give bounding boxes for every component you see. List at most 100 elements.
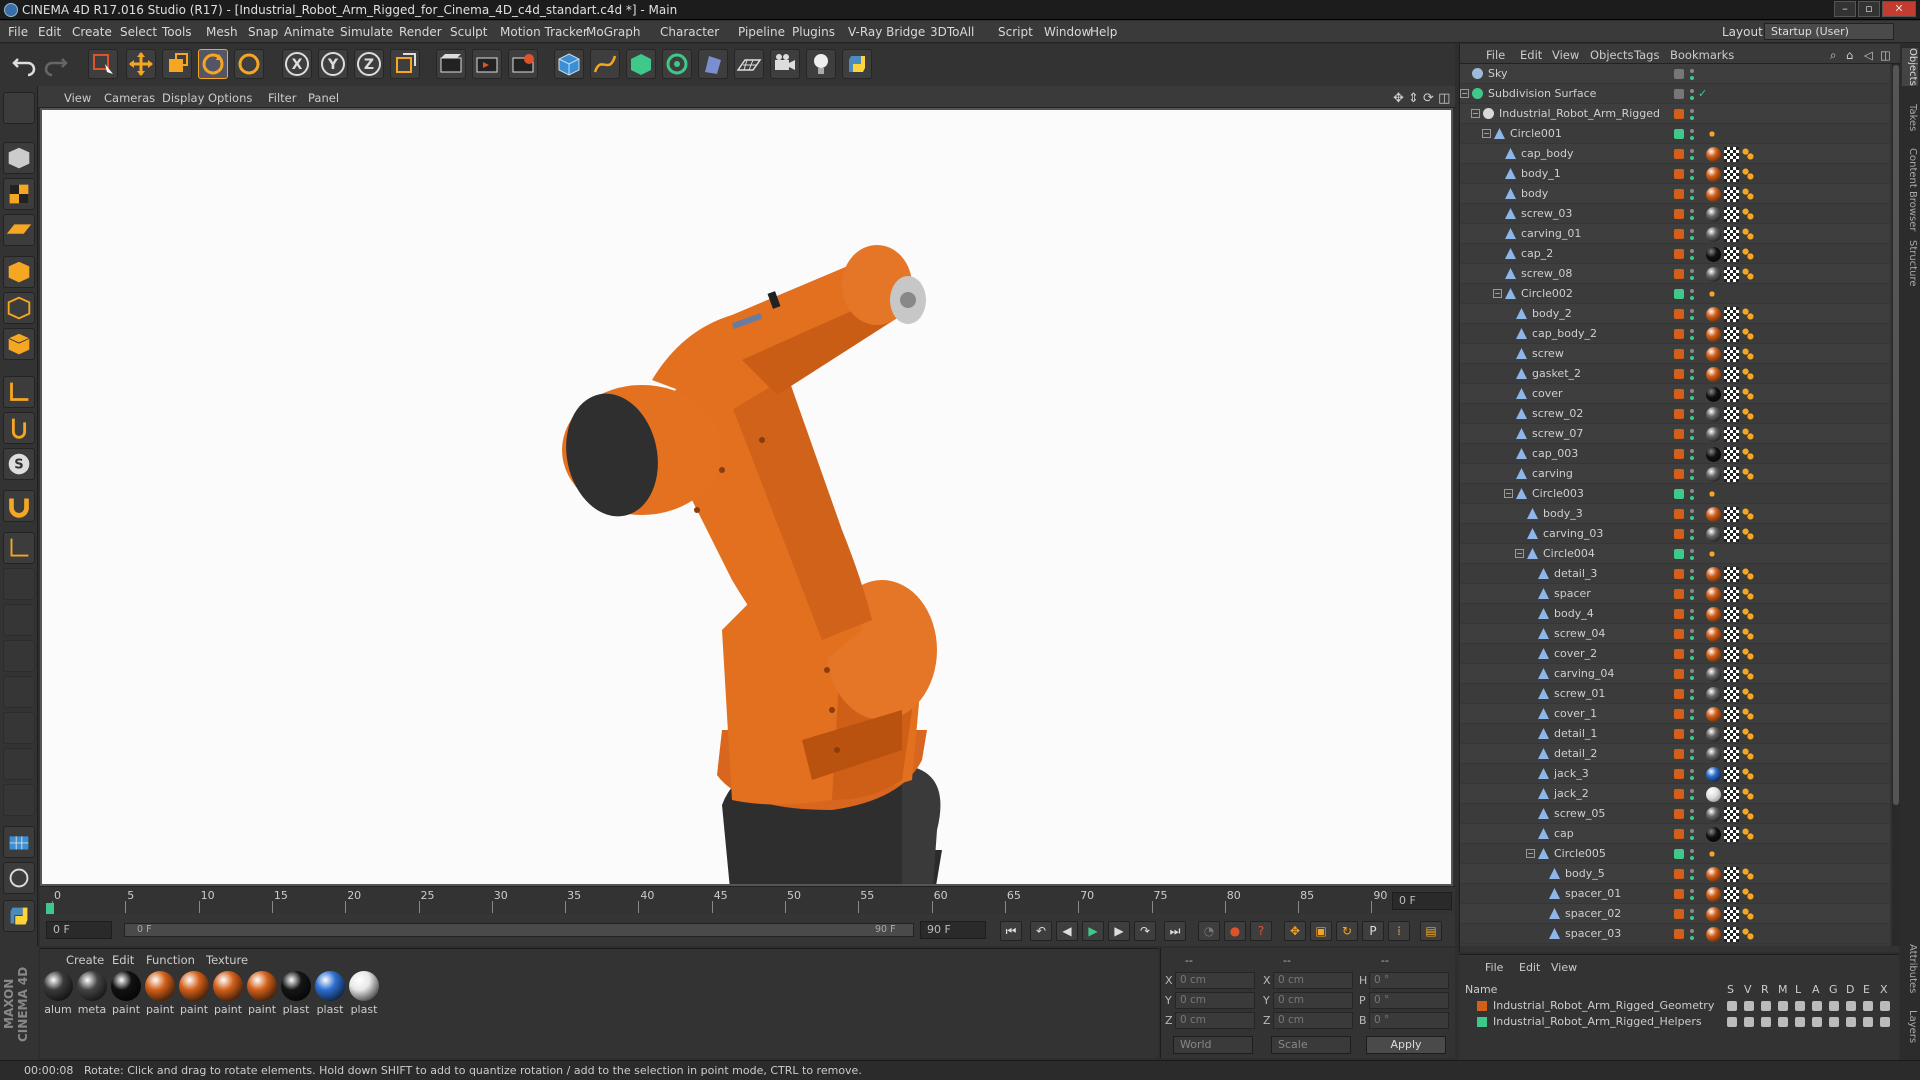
tab-takes[interactable]: Takes [1902, 104, 1918, 131]
material-tag-icon[interactable] [1706, 187, 1721, 202]
layer-color-swatch[interactable] [1674, 369, 1684, 379]
tab-objects[interactable]: Objects [1902, 48, 1918, 86]
render-visibility-dot[interactable] [1690, 456, 1694, 460]
material-tag-icon[interactable] [1706, 627, 1721, 642]
object-list-scrollbar[interactable] [1892, 64, 1900, 946]
menu-plugins[interactable]: Plugins [792, 25, 835, 39]
weight-tag-icon[interactable] [1742, 328, 1754, 340]
object-row[interactable]: − Subdivision Surface ✓ [1460, 84, 1890, 104]
render-visibility-dot[interactable] [1690, 376, 1694, 380]
object-menu-objects[interactable]: Objects [1590, 48, 1633, 62]
editor-visibility-dot[interactable] [1690, 189, 1694, 193]
parameter-key-button[interactable]: P [1362, 921, 1384, 941]
render-visibility-dot[interactable] [1690, 596, 1694, 600]
menu-motion-tracker[interactable]: Motion Tracker [500, 25, 588, 39]
object-row[interactable]: detail_2 [1460, 744, 1890, 764]
editor-visibility-dot[interactable] [1690, 429, 1694, 433]
editor-visibility-dot[interactable] [1690, 409, 1694, 413]
editor-visibility-dot[interactable] [1690, 809, 1694, 813]
weight-tag-icon[interactable] [1742, 428, 1754, 440]
weight-tool-icon[interactable] [3, 712, 35, 744]
material-tag-icon[interactable] [1706, 747, 1721, 762]
layer-toggle-icon[interactable] [1880, 1017, 1890, 1027]
layer-color-swatch[interactable] [1674, 269, 1684, 279]
workplane-mode-icon[interactable] [3, 214, 35, 246]
editor-visibility-dot[interactable] [1690, 729, 1694, 733]
texture-tag-icon[interactable] [1724, 247, 1739, 262]
3d-viewport[interactable] [40, 108, 1453, 1054]
move-tool-icon[interactable] [126, 49, 156, 79]
live-selection-icon[interactable] [88, 49, 118, 79]
weight-tag-icon[interactable] [1742, 688, 1754, 700]
object-row[interactable]: gasket_2 [1460, 364, 1890, 384]
render-visibility-dot[interactable] [1690, 516, 1694, 520]
material-tag-icon[interactable] [1706, 707, 1721, 722]
object-row[interactable]: carving_04 [1460, 664, 1890, 684]
previous-frame-button[interactable]: ◀ [1056, 921, 1078, 941]
layer-color-swatch[interactable] [1674, 609, 1684, 619]
render-visibility-dot[interactable] [1690, 736, 1694, 740]
weight-tag-icon[interactable] [1742, 168, 1754, 180]
editor-visibility-dot[interactable] [1690, 109, 1694, 113]
editor-visibility-dot[interactable] [1690, 849, 1694, 853]
layer-color-swatch[interactable] [1674, 789, 1684, 799]
render-visibility-dot[interactable] [1690, 276, 1694, 280]
texture-tag-icon[interactable] [1724, 687, 1739, 702]
tab-structure[interactable]: Structure [1902, 240, 1918, 287]
object-row[interactable]: screw_03 [1460, 204, 1890, 224]
layer-menu-file[interactable]: File [1485, 961, 1503, 974]
weight-tag-icon[interactable] [1742, 508, 1754, 520]
weight-tag-icon[interactable] [1742, 788, 1754, 800]
apply-button[interactable]: Apply [1366, 1036, 1446, 1054]
spline-pen-icon[interactable] [590, 49, 620, 79]
layer-color-swatch[interactable] [1674, 169, 1684, 179]
expand-toggle-icon[interactable]: − [1526, 849, 1535, 858]
menu-tools[interactable]: Tools [162, 25, 192, 39]
editor-visibility-dot[interactable] [1690, 509, 1694, 513]
layer-color-swatch[interactable] [1674, 309, 1684, 319]
menu-script[interactable]: Script [998, 25, 1033, 39]
object-row[interactable]: screw_07 [1460, 424, 1890, 444]
weight-tag-icon[interactable] [1742, 728, 1754, 740]
menu-file[interactable]: File [8, 25, 28, 39]
material-tag-icon[interactable] [1706, 227, 1721, 242]
expand-toggle-icon[interactable]: − [1515, 549, 1524, 558]
render-visibility-dot[interactable] [1690, 536, 1694, 540]
editor-visibility-dot[interactable] [1690, 609, 1694, 613]
texture-tag-icon[interactable] [1724, 147, 1739, 162]
texture-tag-icon[interactable] [1724, 647, 1739, 662]
object-row[interactable]: cover_2 [1460, 644, 1890, 664]
close-button[interactable]: ✕ [1882, 1, 1916, 17]
material-swatch[interactable]: paint [178, 971, 210, 1025]
object-row[interactable]: cap_003 [1460, 444, 1890, 464]
menu-help[interactable]: Help [1090, 25, 1117, 39]
ik-tag-icon[interactable] [1706, 288, 1718, 300]
object-row[interactable]: Sky [1460, 64, 1890, 84]
weight-tag-icon[interactable] [1742, 148, 1754, 160]
editor-visibility-dot[interactable] [1690, 289, 1694, 293]
home-icon[interactable]: ⌂ [1846, 48, 1853, 62]
expand-toggle-icon[interactable]: − [1493, 289, 1502, 298]
material-swatch[interactable]: paint [212, 971, 244, 1025]
texture-tag-icon[interactable] [1724, 747, 1739, 762]
texture-tag-icon[interactable] [1724, 827, 1739, 842]
object-row[interactable]: screw_05 [1460, 804, 1890, 824]
render-visibility-dot[interactable] [1690, 216, 1694, 220]
menu-character[interactable]: Character [660, 25, 719, 39]
weight-tag-icon[interactable] [1742, 928, 1754, 940]
layer-color-swatch[interactable] [1477, 1001, 1487, 1011]
ik-tag-icon[interactable] [1706, 548, 1718, 560]
size-field[interactable]: 0 cm [1273, 992, 1353, 1009]
render-visibility-dot[interactable] [1690, 256, 1694, 260]
weight-tag-icon[interactable] [1742, 368, 1754, 380]
floor-icon[interactable] [734, 49, 764, 79]
weight-tag-icon[interactable] [1742, 868, 1754, 880]
go-to-end-button[interactable]: ⏭ [1164, 921, 1186, 941]
material-swatch[interactable]: alum [42, 971, 74, 1025]
render-visibility-dot[interactable] [1690, 176, 1694, 180]
layer-toggle-icon[interactable] [1829, 1001, 1839, 1011]
layer-toggle-icon[interactable] [1846, 1001, 1856, 1011]
material-tag-icon[interactable] [1706, 387, 1721, 402]
layer-color-swatch[interactable] [1674, 529, 1684, 539]
render-visibility-dot[interactable] [1690, 876, 1694, 880]
